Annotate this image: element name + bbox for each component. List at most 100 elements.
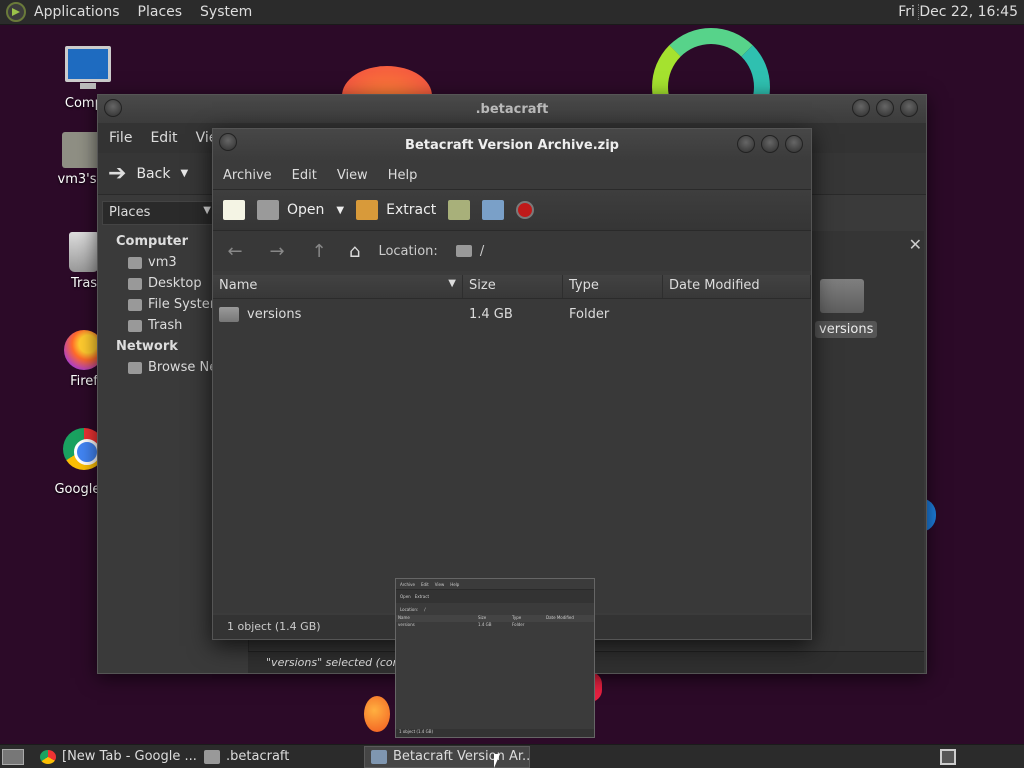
task-label: [New Tab - Google ... bbox=[62, 749, 197, 764]
help-menu[interactable]: Help bbox=[388, 168, 418, 183]
column-label: Type bbox=[569, 278, 599, 293]
network-icon bbox=[128, 361, 142, 374]
window-menu-button[interactable] bbox=[219, 133, 237, 151]
folder-label[interactable]: versions bbox=[815, 321, 878, 338]
show-desktop-icon[interactable] bbox=[2, 748, 24, 765]
close-button[interactable] bbox=[900, 99, 918, 117]
new-archive-icon[interactable] bbox=[223, 200, 245, 220]
sidebar-item-label: Browse Network bbox=[148, 360, 216, 375]
view-menu[interactable]: View bbox=[337, 168, 368, 183]
archive-titlebar[interactable]: Betacraft Version Archive.zip bbox=[213, 129, 811, 161]
thumb-text: Help bbox=[450, 582, 460, 587]
system-menu[interactable]: System bbox=[200, 4, 252, 20]
sidebar-item-label: File System bbox=[148, 297, 216, 312]
back-arrow-icon[interactable]: ➔ bbox=[108, 161, 126, 186]
column-label: Name bbox=[219, 278, 258, 293]
thumb-text: Date Modified bbox=[546, 615, 574, 620]
mate-logo-icon[interactable] bbox=[6, 2, 26, 22]
column-name[interactable]: Name ▼ bbox=[213, 275, 463, 298]
minimize-button[interactable] bbox=[852, 99, 870, 117]
location-label: Location: bbox=[378, 243, 438, 259]
archive-menubar: Archive Edit View Help bbox=[213, 161, 811, 189]
forward-arrow-icon[interactable]: → bbox=[265, 241, 289, 262]
up-arrow-icon[interactable]: ↑ bbox=[307, 241, 331, 262]
folder-icon bbox=[219, 306, 239, 322]
row-name: versions bbox=[247, 306, 302, 322]
thumb-text: Edit bbox=[420, 582, 429, 587]
column-date-modified[interactable]: Date Modified bbox=[663, 275, 811, 298]
sidebar-item-trash[interactable]: Trash bbox=[102, 315, 216, 336]
archive-menu[interactable]: Archive bbox=[223, 168, 272, 183]
thumb-text: 1 object (1.4 GB) bbox=[396, 729, 594, 737]
thumb-text: Extract bbox=[414, 594, 430, 599]
edit-menu[interactable]: Edit bbox=[150, 130, 177, 146]
minimize-button[interactable] bbox=[737, 135, 755, 153]
maximize-button[interactable] bbox=[761, 135, 779, 153]
thumb-text: Name bbox=[398, 615, 410, 620]
home-icon bbox=[128, 256, 142, 269]
chevron-down-icon: ▼ bbox=[203, 205, 211, 216]
edit-menu[interactable]: Edit bbox=[292, 168, 317, 183]
maximize-button[interactable] bbox=[876, 99, 894, 117]
column-type[interactable]: Type bbox=[563, 275, 663, 298]
table-row[interactable]: versions 1.4 GB Folder bbox=[213, 299, 811, 329]
column-label: Size bbox=[469, 278, 496, 293]
places-dropdown[interactable]: Places ▼ bbox=[102, 201, 216, 225]
thumb-text: Type bbox=[512, 615, 522, 620]
extract-label: Extract bbox=[386, 202, 437, 218]
open-button[interactable]: Open bbox=[257, 200, 324, 220]
clock[interactable]: Fri Dec 22, 16:45 bbox=[898, 4, 1018, 20]
location-path: / bbox=[479, 243, 485, 259]
workspace-switcher[interactable] bbox=[940, 749, 956, 765]
open-icon bbox=[257, 200, 279, 220]
window-preview-thumbnail: Archive Edit View Help Open Extract Loca… bbox=[395, 578, 595, 738]
sidebar-item-filesystem[interactable]: File System bbox=[102, 294, 216, 315]
extract-button[interactable]: Extract bbox=[356, 200, 436, 220]
thumb-text: Open bbox=[400, 594, 411, 599]
column-label: Date Modified bbox=[669, 278, 760, 293]
sidebar-item-vm3[interactable]: vm3 bbox=[102, 252, 216, 273]
archive-window: Betacraft Version Archive.zip Archive Ed… bbox=[212, 128, 812, 640]
file-menu[interactable]: File bbox=[109, 130, 132, 146]
sidebar-item-label: Trash bbox=[148, 318, 183, 333]
home-icon[interactable]: ⌂ bbox=[349, 241, 360, 262]
sort-down-icon: ▼ bbox=[448, 278, 456, 289]
trash-icon bbox=[69, 232, 99, 272]
row-type: Folder bbox=[569, 306, 610, 322]
stop-icon[interactable] bbox=[516, 201, 535, 219]
add-folder-icon[interactable] bbox=[482, 200, 505, 220]
drive-icon bbox=[128, 298, 142, 311]
back-dropdown-icon[interactable]: ▼ bbox=[180, 168, 188, 179]
window-title: Betacraft Version Archive.zip bbox=[405, 137, 619, 153]
taskbar-item-archive[interactable]: Betacraft Version Ar... bbox=[364, 745, 530, 768]
taskbar-item-chrome[interactable]: [New Tab - Google ... bbox=[34, 746, 198, 768]
archive-toolbar: Open ▼ Extract bbox=[213, 189, 811, 231]
places-menu[interactable]: Places bbox=[138, 4, 183, 20]
sidebar-item-browse-network[interactable]: Browse Network bbox=[102, 357, 216, 378]
thumb-text: 1.4 GB bbox=[478, 622, 492, 627]
applications-menu[interactable]: Applications bbox=[34, 4, 120, 20]
back-button[interactable]: Back bbox=[136, 166, 170, 182]
task-label: .betacraft bbox=[226, 749, 290, 764]
folder-icon[interactable] bbox=[820, 279, 864, 313]
extract-icon bbox=[356, 200, 379, 220]
close-button[interactable] bbox=[785, 135, 803, 153]
file-list: versions 1.4 GB Folder bbox=[213, 299, 811, 613]
archive-icon bbox=[371, 749, 387, 764]
top-menu: Applications Places System bbox=[34, 4, 252, 20]
folder-icon bbox=[204, 749, 220, 764]
caja-titlebar[interactable]: .betacraft bbox=[98, 95, 926, 123]
open-dropdown-icon[interactable]: ▼ bbox=[336, 205, 344, 216]
task-label: Betacraft Version Ar... bbox=[393, 749, 530, 764]
column-size[interactable]: Size bbox=[463, 275, 563, 298]
wallpaper-shape bbox=[364, 696, 390, 732]
sidebar-item-desktop[interactable]: Desktop bbox=[102, 273, 216, 294]
window-menu-button[interactable] bbox=[104, 99, 122, 117]
taskbar-item-betacraft-folder[interactable]: .betacraft bbox=[198, 746, 364, 768]
back-arrow-icon[interactable]: ← bbox=[223, 241, 247, 262]
top-panel: Applications Places System Fri Dec 22, 1… bbox=[0, 0, 1024, 25]
computer-icon bbox=[65, 46, 111, 89]
close-icon[interactable]: ✕ bbox=[909, 235, 922, 254]
location-field[interactable]: / bbox=[455, 243, 485, 259]
add-files-icon[interactable] bbox=[448, 200, 471, 220]
